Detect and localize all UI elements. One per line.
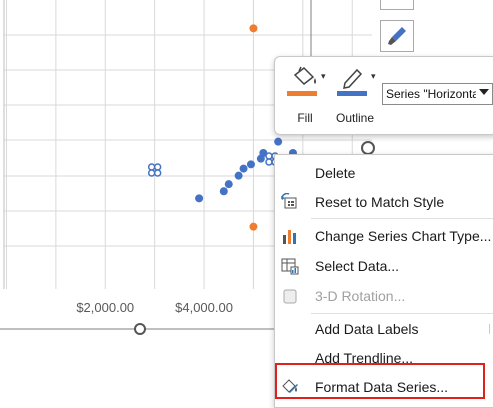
- x-axis-tick-label: $4,000.00: [175, 300, 233, 315]
- excel-chart-area[interactable]: $2,000.00$4,000.00$6,000.00 ▾ Fill: [0, 0, 493, 408]
- paintbrush-icon: [388, 27, 406, 45]
- chart-elements-button[interactable]: [380, 0, 414, 10]
- menu-item-label: Select Data...: [315, 258, 400, 274]
- outline-color-swatch: [337, 91, 367, 96]
- 3d-rotation-icon: [283, 289, 297, 304]
- menu-separator: [311, 218, 493, 219]
- menu-item-label: Reset to Match Style: [315, 194, 445, 210]
- selection-handle: [153, 163, 162, 171]
- selection-handle: [147, 169, 156, 177]
- data-point[interactable]: [249, 24, 258, 33]
- chevron-down-icon[interactable]: ▾: [321, 71, 326, 82]
- series-selector-dropdown[interactable]: Series "Horizontal": [382, 83, 493, 105]
- menu-item-change-series-chart-type[interactable]: Change Series Chart Type...: [275, 222, 493, 250]
- chevron-down-icon[interactable]: ▾: [371, 71, 376, 82]
- resize-handle-bottom[interactable]: [134, 323, 146, 335]
- menu-item-select-data[interactable]: Select Data...: [275, 252, 493, 280]
- format-mini-toolbar: ▾ Fill ▾ Outline Series "Horizontal": [274, 56, 493, 135]
- paint-bucket-icon: ▾: [287, 65, 326, 101]
- x-axis-tick-label: $2,000.00: [76, 300, 134, 315]
- data-point[interactable]: [219, 187, 228, 196]
- data-point[interactable]: [224, 180, 233, 189]
- outline-button[interactable]: ▾ Outline: [331, 63, 379, 129]
- data-point[interactable]: [274, 137, 283, 146]
- reset-style-icon: [281, 193, 297, 209]
- data-point[interactable]: [249, 222, 258, 231]
- selection-handle: [153, 169, 162, 177]
- menu-item-label: Change Series Chart Type...: [315, 228, 492, 244]
- menu-item-3d-rotation: 3-D Rotation...: [275, 282, 493, 310]
- menu-item-label: 3-D Rotation...: [315, 288, 406, 304]
- data-point[interactable]: [195, 194, 204, 203]
- menu-item-label: Add Data Labels: [315, 321, 419, 337]
- fill-color-swatch: [287, 91, 317, 96]
- menu-item-add-data-labels[interactable]: Add Data Labels: [275, 315, 493, 343]
- dropdown-arrow-icon[interactable]: [479, 89, 489, 95]
- menu-separator: [311, 313, 493, 314]
- menu-item-delete[interactable]: Delete: [275, 159, 493, 187]
- fill-label: Fill: [297, 111, 313, 125]
- series-selector-value: Series "Horizontal": [386, 87, 476, 101]
- data-point[interactable]: [239, 164, 248, 173]
- menu-item-label: Delete: [315, 165, 356, 181]
- fill-button[interactable]: ▾ Fill: [281, 63, 329, 129]
- selection-handle: [265, 158, 273, 166]
- chart-type-icon: [283, 230, 296, 244]
- select-data-icon: [281, 258, 299, 275]
- highlight-box: [275, 363, 485, 399]
- selection-handle: [147, 163, 156, 171]
- chart-styles-button[interactable]: [380, 20, 414, 52]
- pen-outline-icon: ▾: [337, 65, 376, 101]
- data-point[interactable]: [234, 171, 243, 180]
- submenu-indicator: [489, 324, 493, 334]
- data-point[interactable]: [246, 160, 255, 169]
- menu-item-reset-to-match-style[interactable]: Reset to Match Style: [275, 188, 493, 216]
- selection-handle: [265, 152, 273, 160]
- outline-label: Outline: [335, 111, 375, 125]
- resize-handle-right[interactable]: [361, 141, 375, 155]
